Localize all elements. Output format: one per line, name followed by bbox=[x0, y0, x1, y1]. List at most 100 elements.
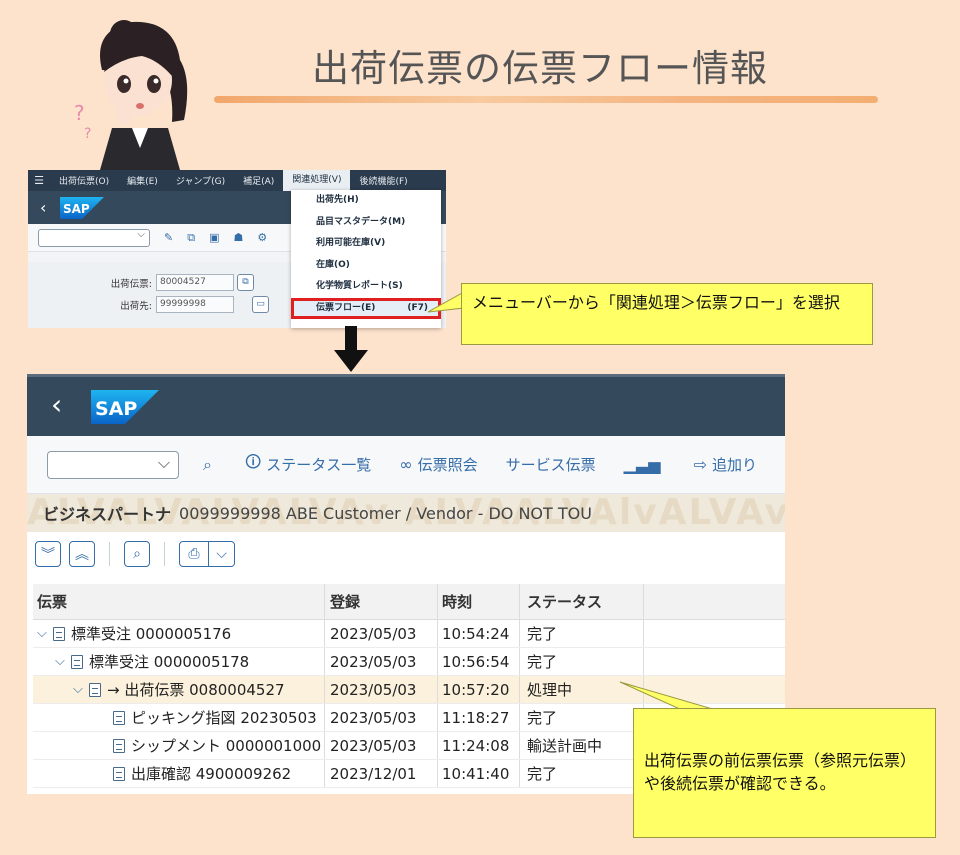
add-button[interactable]: ⇨ 追加り bbox=[694, 454, 757, 475]
environment-dropdown: 出荷先(H) 品目マスタデータ(M) 利用可能在庫(V) 在庫(O) 化学物質レ… bbox=[291, 190, 441, 328]
time-cell: 10:57:20 bbox=[438, 676, 520, 703]
bar-chart-icon: ▁▃▅ bbox=[623, 455, 661, 474]
menu-extras[interactable]: 補足(A) bbox=[234, 174, 283, 187]
dd-item-material[interactable]: 品目マスタデータ(M) bbox=[291, 212, 441, 234]
status-cell: 完了 bbox=[520, 620, 644, 647]
title-underline bbox=[214, 96, 878, 103]
print-split-button[interactable]: ⎙ ⌵ bbox=[179, 541, 235, 567]
svg-text:?: ? bbox=[84, 126, 91, 142]
status-cell: 完了 bbox=[520, 648, 644, 675]
col-document[interactable]: 伝票 bbox=[33, 584, 325, 619]
svg-text:?: ? bbox=[74, 101, 85, 125]
chart-button[interactable]: ▁▃▅ bbox=[624, 455, 666, 474]
sap-logo: SAP bbox=[91, 389, 159, 424]
toolbar-icon-3[interactable]: ▣ bbox=[209, 231, 219, 244]
status-cell: 完了 bbox=[520, 760, 644, 787]
doc-text: → 出荷伝票 0080004527 bbox=[107, 681, 285, 699]
doc-text: 標準受注 0000005176 bbox=[71, 625, 232, 643]
business-partner-bar: ALVALVALVALVAv ALVAALVAlvALVAvALV ビジネスパー… bbox=[27, 494, 785, 532]
table-header: 伝票 登録 時刻 ステータス bbox=[33, 584, 785, 620]
tree-buttons: ︾ ︽ ⌕ ⎙ ⌵ bbox=[27, 532, 785, 576]
menu-environment[interactable]: 関連処理(V) bbox=[283, 170, 351, 191]
col-time[interactable]: 時刻 bbox=[438, 584, 520, 619]
app-header-large: ‹ SAP bbox=[27, 377, 785, 436]
document-icon bbox=[113, 710, 125, 725]
shipto-label: 出荷先: bbox=[120, 300, 152, 312]
toolbar-icon-2[interactable]: ⧉ bbox=[187, 231, 195, 245]
print-icon[interactable]: ⎙ bbox=[179, 541, 209, 567]
doc-text: シップメント 0000001000 bbox=[131, 737, 322, 755]
copy-icon[interactable]: ⧉ bbox=[237, 274, 254, 291]
shipto-row: 出荷先: 99999998 ▭ bbox=[28, 296, 269, 313]
col-status[interactable]: ステータス bbox=[520, 584, 644, 619]
search-button[interactable]: ⌕ bbox=[203, 455, 217, 475]
hamburger-icon[interactable]: ☰ bbox=[28, 174, 50, 187]
back-icon[interactable]: ‹ bbox=[40, 198, 60, 217]
doc-cell: 出庫確認 4900009262 bbox=[33, 760, 325, 787]
page-title: 出荷伝票の伝票フロー情報 bbox=[312, 47, 768, 90]
doc-cell: ⌵ → 出荷伝票 0080004527 bbox=[33, 676, 325, 703]
menu-subsequent[interactable]: 後続機能(F) bbox=[350, 174, 416, 187]
glasses-icon: ∞ bbox=[399, 455, 413, 474]
toolbar-icon-1[interactable]: ✎ bbox=[164, 231, 173, 244]
back-icon[interactable]: ‹ bbox=[51, 388, 91, 421]
chevron-down-icon[interactable]: ⌵ bbox=[73, 682, 89, 697]
document-display-button[interactable]: ∞ 伝票照会 bbox=[399, 454, 477, 475]
doc-cell: シップメント 0000001000 bbox=[33, 732, 325, 759]
menu-delivery[interactable]: 出荷伝票(O) bbox=[50, 174, 118, 187]
document-display-label: 伝票照会 bbox=[417, 456, 478, 474]
time-cell: 10:41:40 bbox=[438, 760, 520, 787]
dd-item-shipto[interactable]: 出荷先(H) bbox=[291, 190, 441, 212]
command-field[interactable] bbox=[38, 228, 150, 247]
search-icon: ⌕ bbox=[202, 454, 212, 474]
detail-icon[interactable]: ▭ bbox=[252, 296, 269, 313]
sap-logo: SAP bbox=[60, 196, 104, 219]
status-overview-button[interactable]: 🛈 ステータス一覧 bbox=[245, 451, 371, 478]
chevron-down-icon[interactable]: ⌵ bbox=[37, 626, 53, 641]
toolbar-icon-5[interactable]: ⚙ bbox=[257, 231, 267, 244]
delivery-input[interactable]: 80004527 bbox=[156, 274, 234, 291]
chevron-down-icon[interactable]: ⌵ bbox=[55, 654, 71, 669]
menu-goto[interactable]: ジャンプ(G) bbox=[167, 174, 234, 187]
menu-bar: ☰ 出荷伝票(O) 編集(E) ジャンプ(G) 補足(A) 関連処理(V) 後続… bbox=[28, 170, 446, 191]
col-date[interactable]: 登録 bbox=[325, 584, 438, 619]
time-cell: 10:56:54 bbox=[438, 648, 520, 675]
dd-item-availability[interactable]: 利用可能在庫(V) bbox=[291, 233, 441, 255]
service-doc-button[interactable]: サービス伝票 bbox=[506, 454, 596, 475]
date-cell: 2023/05/03 bbox=[325, 732, 438, 759]
command-field[interactable] bbox=[47, 450, 179, 479]
document-icon bbox=[113, 738, 125, 753]
document-icon bbox=[71, 654, 83, 669]
doc-text: 出庫確認 4900009262 bbox=[131, 765, 292, 783]
status-overview-label: ステータス一覧 bbox=[266, 456, 372, 474]
doc-text: ピッキング指図 20230503 bbox=[131, 709, 317, 727]
dd-item-chemical-report[interactable]: 化学物質レポート(S) bbox=[291, 276, 441, 298]
shipto-input[interactable]: 99999998 bbox=[156, 296, 234, 313]
down-arrow-icon bbox=[334, 326, 368, 372]
large-toolbar: ⌕ 🛈 ステータス一覧 ∞ 伝票照会 サービス伝票 ▁▃▅ ⇨ 追加り bbox=[27, 436, 785, 494]
dd-item-document-flow[interactable]: 伝票フロー(E) (F7) bbox=[291, 297, 441, 319]
info-icon: 🛈 bbox=[244, 452, 262, 471]
menu-edit[interactable]: 編集(E) bbox=[118, 174, 167, 187]
thinking-woman-illustration: ? ? bbox=[74, 20, 188, 170]
find-icon[interactable]: ⌕ bbox=[124, 541, 150, 567]
expand-all-icon[interactable]: ︾ bbox=[35, 541, 61, 567]
callout-document-flow-note: 出荷伝票の前伝票伝票（参照元伝票）や後続伝票が確認できる。 bbox=[633, 708, 936, 838]
service-doc-label: サービス伝票 bbox=[505, 456, 596, 474]
table-row[interactable]: ⌵ 標準受注 0000005178 2023/05/03 10:56:54 完了 bbox=[33, 648, 785, 676]
collapse-all-icon[interactable]: ︽ bbox=[69, 541, 95, 567]
doc-text: 標準受注 0000005178 bbox=[89, 653, 250, 671]
toolbar-icon-4[interactable]: ☗ bbox=[233, 231, 243, 244]
chevron-down-icon[interactable]: ⌵ bbox=[209, 541, 235, 567]
document-flow-shortcut: (F7) bbox=[407, 302, 428, 313]
table-row[interactable]: ⌵ 標準受注 0000005176 2023/05/03 10:54:24 完了 bbox=[33, 620, 785, 648]
date-cell: 2023/05/03 bbox=[325, 648, 438, 675]
doc-cell: ⌵ 標準受注 0000005178 bbox=[33, 648, 325, 675]
time-cell: 10:54:24 bbox=[438, 620, 520, 647]
date-cell: 2023/05/03 bbox=[325, 620, 438, 647]
delivery-label: 出荷伝票: bbox=[110, 278, 152, 290]
dd-item-stock[interactable]: 在庫(O) bbox=[291, 255, 441, 277]
delivery-row: 出荷伝票: 80004527 ⧉ bbox=[28, 274, 254, 291]
add-document-icon: ⇨ bbox=[693, 455, 707, 474]
svg-text:SAP: SAP bbox=[63, 202, 90, 216]
